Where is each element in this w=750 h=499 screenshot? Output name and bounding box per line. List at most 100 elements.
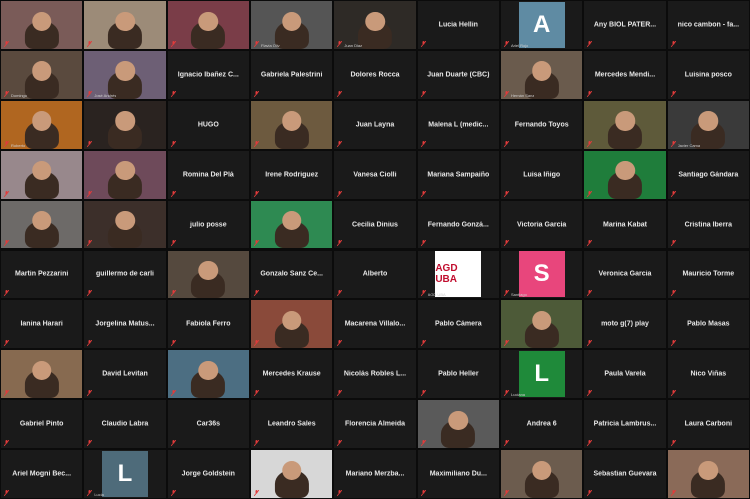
participant-tile[interactable]: Ignacio Ibañez C...	[167, 50, 249, 99]
participant-tile[interactable]: A Ariel Rojo	[501, 1, 583, 49]
participant-tile[interactable]: Veronica Garcia	[584, 250, 666, 299]
participant-tile[interactable]: HUGO	[167, 100, 249, 149]
participant-tile[interactable]	[251, 100, 333, 149]
participant-tile[interactable]: Victoria García	[501, 200, 583, 249]
participant-tile[interactable]: Javier Cama	[667, 100, 749, 149]
participant-tile[interactable]: Car36s	[167, 400, 249, 449]
participant-tile[interactable]: L Luciana	[501, 350, 583, 399]
participant-tile[interactable]: Juan Duarte (CBC)	[417, 50, 499, 99]
participant-tile[interactable]: Florencia Almeida	[334, 400, 416, 449]
participant-tile[interactable]: Malena L (medic...	[417, 100, 499, 149]
participant-tile[interactable]: Hernán Sanz	[501, 50, 583, 99]
participant-tile[interactable]: Any BIOL PATER...	[584, 1, 666, 49]
participant-tile[interactable]	[167, 250, 249, 299]
participant-name: guillermo de carli	[96, 270, 154, 278]
participant-tile[interactable]: Jorgelina Matus...	[84, 300, 166, 349]
participant-tile[interactable]: Gonzalo Sanz Ce...	[251, 250, 333, 299]
participant-name: Santiago Gándara	[678, 171, 739, 179]
participant-tile[interactable]	[84, 150, 166, 199]
participant-tile[interactable]	[1, 1, 83, 49]
participant-tile[interactable]: julio posse	[167, 200, 249, 249]
muted-mic-icon	[587, 140, 593, 147]
participant-tile[interactable]: Lucia Hellin	[417, 1, 499, 49]
participant-tile[interactable]	[251, 200, 333, 249]
participant-tile[interactable]: Marina Kabat	[584, 200, 666, 249]
participant-name: Mariana Sampaiño	[427, 171, 490, 179]
participant-tile[interactable]: moto g(7) play	[584, 300, 666, 349]
participant-tile[interactable]: Domingo	[1, 50, 83, 99]
participant-tile[interactable]: Cristina Iberra	[667, 200, 749, 249]
participant-tile[interactable]: Nicolás Robles L...	[334, 350, 416, 399]
participant-tile[interactable]: Mercedes Mendi...	[584, 50, 666, 99]
participant-tile[interactable]: Pablo Cámera	[417, 300, 499, 349]
participant-tile[interactable]: Sebastian Guevara	[584, 450, 666, 498]
participant-tile[interactable]: Andrea 6	[501, 400, 583, 449]
muted-mic-icon	[3, 140, 10, 147]
participant-tile[interactable]: AGD UBA AGD UBA	[417, 250, 499, 299]
participant-tile[interactable]	[1, 350, 83, 399]
participant-tile[interactable]: Gabriela Palestrini	[251, 50, 333, 99]
muted-mic-icon	[170, 90, 176, 98]
participant-tile[interactable]	[501, 300, 583, 349]
participant-tile[interactable]: Leandro Sales	[251, 400, 333, 449]
participant-tile[interactable]: Dolores Rocca	[334, 50, 416, 99]
video-caption: José Andrés	[94, 92, 117, 98]
participant-tile[interactable]	[84, 1, 166, 49]
participant-tile[interactable]	[84, 100, 166, 149]
participant-tile[interactable]	[417, 400, 499, 449]
participant-tile[interactable]: Nico Viñas	[667, 350, 749, 399]
participant-tile[interactable]	[667, 450, 749, 498]
participant-tile[interactable]	[167, 1, 249, 49]
participant-tile[interactable]: Maximiliano Du...	[417, 450, 499, 498]
participant-tile[interactable]: Martin Pezzarini	[1, 250, 83, 299]
person-face	[698, 460, 719, 480]
participant-name: Jorge Goldstein	[181, 470, 235, 478]
participant-tile[interactable]: Irene Rodriguez	[251, 150, 333, 199]
participant-tile[interactable]	[501, 450, 583, 498]
participant-tile[interactable]	[584, 150, 666, 199]
participant-tile[interactable]	[167, 350, 249, 399]
participant-tile[interactable]: Ianina Harari	[1, 300, 83, 349]
participant-tile[interactable]: L Lucia	[84, 450, 166, 498]
participant-tile[interactable]: Jorge Goldstein	[167, 450, 249, 498]
participant-tile[interactable]: Roberto	[1, 100, 83, 149]
participant-tile[interactable]: Vanesa Ciolli	[334, 150, 416, 199]
participant-tile[interactable]: Macarena Villalo...	[334, 300, 416, 349]
participant-tile[interactable]	[251, 300, 333, 349]
participant-tile[interactable]: S Santiago	[501, 250, 583, 299]
participant-tile[interactable]: Fernando Toyos	[501, 100, 583, 149]
participant-tile[interactable]: Luisa Iñigo	[501, 150, 583, 199]
participant-tile[interactable]: Romina Del Plá	[167, 150, 249, 199]
participant-tile[interactable]	[584, 100, 666, 149]
participant-tile[interactable]: Flavia Oliv	[251, 1, 333, 49]
participant-tile[interactable]: José Andrés	[84, 50, 166, 99]
participant-tile[interactable]: Paula Varela	[584, 350, 666, 399]
participant-tile[interactable]: Ariel Mogni Bec...	[1, 450, 83, 498]
participant-tile[interactable]	[84, 200, 166, 249]
participant-tile[interactable]: Claudio Labra	[84, 400, 166, 449]
participant-tile[interactable]: Luisina posco	[667, 50, 749, 99]
participant-tile[interactable]: Mauricio Torme	[667, 250, 749, 299]
avatar: L	[518, 351, 565, 398]
participant-tile[interactable]	[1, 150, 83, 199]
participant-tile[interactable]: guillermo de carli	[84, 250, 166, 299]
participant-tile[interactable]: Pablo Heller	[417, 350, 499, 399]
participant-tile[interactable]: Mariano Merzba...	[334, 450, 416, 498]
participant-tile[interactable]: Cecilia Dinius	[334, 200, 416, 249]
participant-tile[interactable]: Patricia Lambrus...	[584, 400, 666, 449]
participant-tile[interactable]: Pablo Masas	[667, 300, 749, 349]
participant-tile[interactable]: David Levitan	[84, 350, 166, 399]
participant-tile[interactable]: Fernando Gonzá...	[417, 200, 499, 249]
participant-tile[interactable]: Laura Carboni	[667, 400, 749, 449]
participant-tile[interactable]: nico cambon - fa...	[667, 1, 749, 49]
participant-tile[interactable]: Fabiola Ferro	[167, 300, 249, 349]
participant-tile[interactable]: Juan Diaz	[334, 1, 416, 49]
participant-tile[interactable]: Mercedes Krause	[251, 350, 333, 399]
participant-tile[interactable]: Juan Layna	[334, 100, 416, 149]
participant-tile[interactable]: Gabriel Pinto	[1, 400, 83, 449]
participant-tile[interactable]: Santiago Gándara	[667, 150, 749, 199]
participant-tile[interactable]: Mariana Sampaiño	[417, 150, 499, 199]
participant-tile[interactable]	[1, 200, 83, 249]
participant-tile[interactable]	[251, 450, 333, 498]
participant-tile[interactable]: Alberto	[334, 250, 416, 299]
